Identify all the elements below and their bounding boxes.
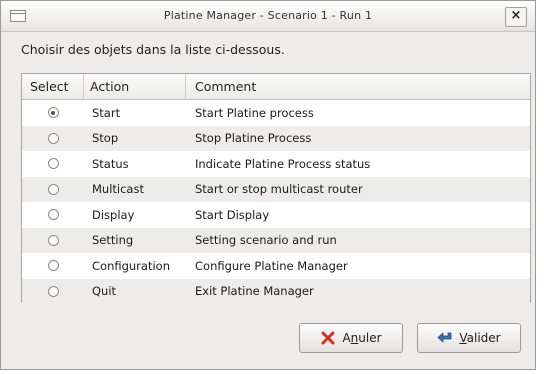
list-row-quit[interactable]: Quit Exit Platine Manager	[22, 278, 530, 304]
button-bar: Anuler Valider	[299, 323, 521, 353]
action-cell: Display	[92, 207, 135, 222]
select-radio[interactable]	[47, 183, 59, 195]
list-row-configuration[interactable]: Configuration Configure Platine Manager	[22, 253, 530, 279]
comment-cell: Exit Platine Manager	[195, 284, 314, 299]
list-row-display[interactable]: Display Start Display	[22, 202, 530, 228]
list-row-stop[interactable]: Stop Stop Platine Process	[22, 125, 530, 151]
cancel-label: Anuler	[342, 331, 382, 345]
select-radio[interactable]	[47, 132, 59, 144]
comment-cell: Setting scenario and run	[195, 233, 337, 248]
list-row-status[interactable]: Status Indicate Platine Process status	[22, 151, 530, 177]
column-header-comment[interactable]: Comment	[186, 74, 530, 99]
list-row-multicast[interactable]: Multicast Start or stop multicast router	[22, 176, 530, 202]
window-menu-icon[interactable]	[10, 10, 26, 22]
comment-cell: Start or stop multicast router	[195, 182, 363, 197]
list-row-setting[interactable]: Setting Setting scenario and run	[22, 227, 530, 253]
action-cell: Setting	[92, 233, 134, 248]
cancel-x-icon	[321, 331, 335, 345]
comment-cell: Start Platine process	[195, 105, 314, 120]
select-radio[interactable]	[47, 260, 59, 272]
comment-cell: Stop Platine Process	[195, 131, 312, 146]
column-header-action[interactable]: Action	[84, 74, 186, 99]
action-list: Select Action Comment Start Start Platin…	[21, 73, 531, 304]
comment-cell: Configure Platine Manager	[195, 258, 348, 273]
action-cell: Multicast	[92, 182, 144, 197]
dialog-window: Platine Manager - Scenario 1 - Run 1 × C…	[0, 0, 536, 370]
select-radio[interactable]	[47, 158, 59, 170]
select-radio[interactable]	[47, 209, 59, 221]
action-cell: Quit	[92, 284, 117, 299]
comment-cell: Indicate Platine Process status	[195, 156, 371, 171]
select-radio[interactable]	[47, 234, 59, 246]
comment-cell: Start Display	[195, 207, 270, 222]
instruction-text: Choisir des objets dans la liste ci-dess…	[21, 42, 285, 57]
action-cell: Configuration	[92, 258, 170, 273]
validate-button[interactable]: Valider	[417, 323, 521, 353]
window-title: Platine Manager - Scenario 1 - Run 1	[163, 9, 373, 22]
action-cell: Status	[92, 156, 129, 171]
select-radio[interactable]	[47, 285, 59, 297]
title-bar[interactable]: Platine Manager - Scenario 1 - Run 1 ×	[1, 1, 535, 32]
list-header: Select Action Comment	[22, 74, 530, 100]
validate-label: Valider	[459, 331, 501, 345]
select-radio[interactable]	[47, 107, 59, 119]
cancel-button[interactable]: Anuler	[299, 323, 403, 353]
column-header-select[interactable]: Select	[22, 74, 84, 99]
ok-arrow-icon	[437, 332, 452, 343]
action-cell: Stop	[92, 131, 119, 146]
close-button[interactable]: ×	[505, 7, 527, 27]
action-cell: Start	[92, 105, 121, 120]
list-row-start[interactable]: Start Start Platine process	[22, 100, 530, 126]
